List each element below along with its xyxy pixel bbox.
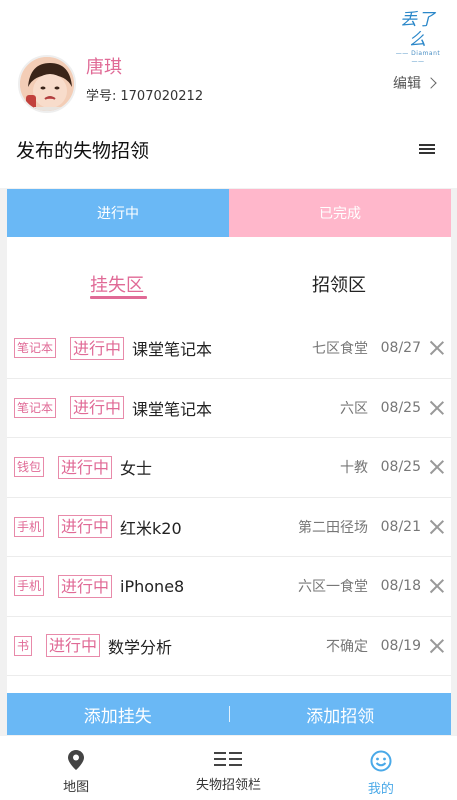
edit-label: 编辑: [393, 76, 421, 92]
action-bar: 添加挂失 添加招领: [7, 693, 451, 735]
avatar-image: [20, 57, 74, 111]
item-date: 08/19: [380, 637, 421, 654]
profile-card: 丢了么 —— Diamant —— 唐琪 学号: 1707020212 编辑 发布…: [0, 0, 457, 188]
category-tag: 手机: [14, 516, 45, 537]
item-place: 七区食堂: [312, 341, 368, 358]
close-icon[interactable]: [430, 639, 444, 653]
item-name: 红米k20: [120, 518, 182, 538]
nav-label-map: 地图: [63, 780, 90, 795]
item-date: 08/27: [380, 340, 421, 357]
nav-label-board: 失物招领栏: [195, 778, 261, 793]
nav-item-map[interactable]: 地图: [0, 736, 152, 800]
list-item[interactable]: 书 进行中 数学分析 不确定 08/19: [7, 617, 451, 676]
list-item[interactable]: 手机 进行中 iPhone8 六区一食堂 08/18: [7, 557, 451, 617]
tab-found-zone[interactable]: 招领区: [312, 271, 366, 297]
category-tag: 笔记本: [14, 338, 57, 359]
student-id-value: 1707020212: [120, 89, 204, 104]
status-tag: 进行中: [70, 336, 125, 360]
close-icon[interactable]: [430, 460, 444, 474]
close-icon[interactable]: [430, 579, 444, 593]
active-tab-underline: [90, 296, 147, 299]
status-tag: 进行中: [70, 396, 125, 420]
item-date: 08/25: [380, 399, 421, 416]
item-name: 数学分析: [108, 637, 173, 657]
list-item[interactable]: 手机 进行中 红米k20 第二田径场 08/21: [7, 498, 451, 557]
item-place: 六区一食堂: [298, 579, 368, 596]
edit-profile-button[interactable]: 编辑: [393, 73, 437, 93]
nav-label-mine: 我的: [367, 782, 394, 797]
list-icon[interactable]: [419, 144, 435, 154]
status-tag: 进行中: [46, 634, 101, 658]
category-tag: 手机: [14, 576, 45, 597]
zone-tabs: 挂失区 招领区: [7, 237, 451, 317]
item-name: iPhone8: [120, 576, 185, 596]
nav-item-mine[interactable]: 我的: [305, 736, 457, 800]
item-name: 课堂笔记本: [132, 340, 213, 360]
close-icon[interactable]: [430, 341, 444, 355]
item-date: 08/21: [380, 518, 421, 535]
status-tag: 进行中: [58, 574, 113, 598]
tab-lost-zone[interactable]: 挂失区: [90, 271, 144, 297]
chevron-right-icon: [425, 77, 437, 89]
user-name: 唐琪: [86, 57, 122, 78]
student-id-label: 学号:: [86, 89, 117, 104]
item-place: 十教: [340, 460, 368, 477]
status-tag: 进行中: [58, 515, 113, 539]
app-logo: 丢了么 —— Diamant ——: [395, 10, 441, 65]
item-date: 08/25: [380, 459, 421, 476]
tab-ongoing[interactable]: 进行中: [7, 189, 229, 237]
status-tag: 进行中: [58, 455, 113, 479]
item-date: 08/18: [380, 578, 421, 595]
item-name: 女士: [120, 459, 153, 479]
item-place: 第二田径场: [298, 519, 368, 536]
list-item[interactable]: 笔记本 进行中 课堂笔记本 七区食堂 08/27: [7, 319, 451, 379]
action-divider: [228, 706, 230, 722]
close-icon[interactable]: [430, 520, 444, 534]
close-icon[interactable]: [430, 401, 444, 415]
item-name: 课堂笔记本: [132, 399, 213, 419]
add-found-button[interactable]: 添加招领: [230, 702, 452, 727]
add-lost-button[interactable]: 添加挂失: [7, 702, 229, 727]
student-id: 学号: 1707020212: [86, 85, 203, 104]
list-item[interactable]: 钱包 进行中 女士 十教 08/25: [7, 438, 451, 498]
category-tag: 笔记本: [14, 397, 57, 418]
tab-done[interactable]: 已完成: [229, 189, 451, 237]
smiley-icon: [370, 750, 392, 772]
item-place: 不确定: [326, 638, 368, 655]
content-panel: 挂失区 招领区 笔记本 进行中 课堂笔记本 七区食堂 08/27 笔记本 进行中…: [7, 237, 451, 693]
avatar[interactable]: [18, 55, 76, 113]
item-list: 笔记本 进行中 课堂笔记本 七区食堂 08/27 笔记本 进行中 课堂笔记本 六…: [7, 319, 451, 676]
section-title: 发布的失物招领: [16, 140, 150, 162]
category-tag: 书: [14, 635, 33, 656]
status-tabs: 进行中 已完成: [7, 189, 451, 237]
nav-item-board[interactable]: 失物招领栏: [152, 736, 304, 800]
bottom-nav: 地图 失物招领栏 我的: [0, 736, 457, 800]
item-place: 六区: [340, 400, 368, 417]
list-board-icon: [214, 752, 243, 766]
map-pin-icon: [68, 750, 85, 770]
list-item[interactable]: 笔记本 进行中 课堂笔记本 六区 08/25: [7, 379, 451, 438]
category-tag: 钱包: [14, 457, 45, 478]
